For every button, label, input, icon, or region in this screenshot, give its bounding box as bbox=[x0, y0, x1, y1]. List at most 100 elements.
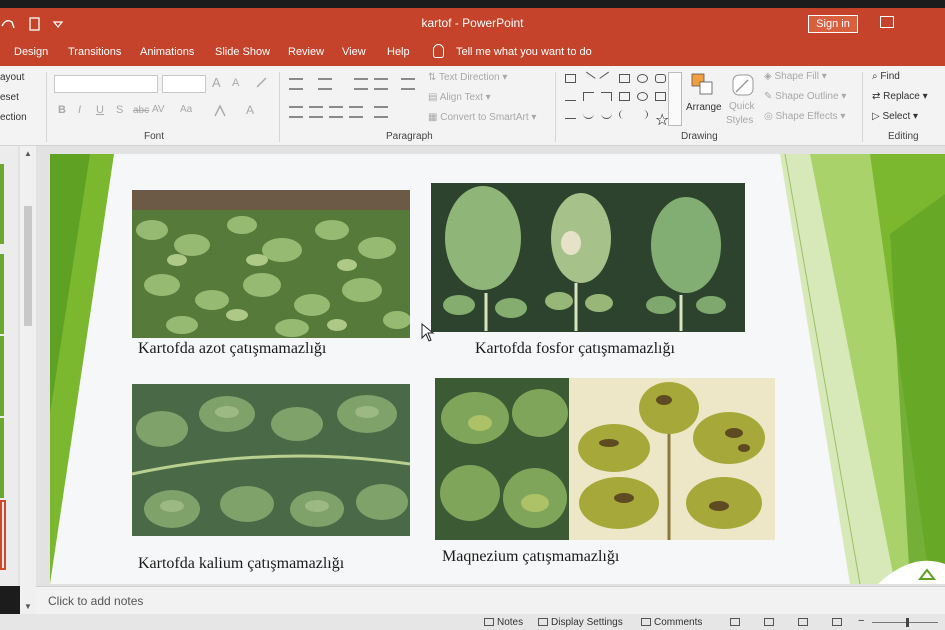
brace-shape-icon[interactable] bbox=[637, 110, 648, 119]
caption-potassium[interactable]: Kartofda kalium çatışmamazlığı bbox=[138, 555, 344, 573]
thumbnails-scrollbar[interactable]: ▲ ▼ bbox=[20, 146, 36, 614]
select-button[interactable]: ▷ Select ▾ bbox=[872, 111, 918, 122]
slide-canvas[interactable]: Kartofda azot çatışmamazlığı Kartofda fo bbox=[50, 154, 945, 584]
quick-styles-label-1[interactable]: Quick bbox=[729, 101, 755, 112]
arrange-icon[interactable] bbox=[690, 72, 716, 98]
align-text-button[interactable]: ▤ Align Text ▾ bbox=[428, 92, 491, 103]
align-left-icon[interactable] bbox=[289, 106, 303, 118]
italic-button[interactable]: I bbox=[78, 104, 81, 116]
tell-me-search[interactable]: Tell me what you want to do bbox=[456, 46, 592, 58]
decrease-font-size-button[interactable]: A bbox=[232, 77, 239, 89]
zoom-slider-thumb[interactable] bbox=[906, 618, 909, 627]
normal-view-button[interactable] bbox=[730, 617, 743, 628]
quick-styles-label-2[interactable]: Styles bbox=[726, 115, 753, 126]
ellipse-shape-icon[interactable] bbox=[637, 92, 648, 101]
connector-shape-icon[interactable] bbox=[583, 92, 594, 101]
notes-pane[interactable]: Click to add notes bbox=[36, 586, 945, 614]
shapes-gallery-scroll[interactable] bbox=[668, 72, 682, 126]
increase-indent-icon[interactable] bbox=[374, 78, 388, 90]
quick-styles-icon[interactable] bbox=[730, 72, 756, 98]
justify-icon[interactable] bbox=[349, 106, 363, 118]
slide-sorter-button[interactable] bbox=[764, 617, 777, 628]
oval-shape-icon[interactable] bbox=[637, 74, 648, 83]
slide-thumbnail[interactable] bbox=[0, 336, 4, 416]
strikethrough-button[interactable]: abc bbox=[133, 105, 149, 116]
convert-smartart-button[interactable]: ▦ Convert to SmartArt ▾ bbox=[428, 112, 536, 123]
line-shape-icon[interactable] bbox=[581, 71, 596, 86]
arc-shape-icon[interactable] bbox=[583, 110, 594, 119]
bold-button[interactable]: B bbox=[58, 104, 66, 116]
brace-shape-icon[interactable] bbox=[619, 110, 630, 119]
scroll-up-icon[interactable]: ▲ bbox=[23, 149, 33, 159]
numbering-icon[interactable] bbox=[318, 78, 332, 90]
highlight-icon[interactable] bbox=[212, 104, 228, 118]
curve-shape-icon[interactable] bbox=[565, 110, 576, 119]
slide-thumbnail[interactable] bbox=[0, 164, 4, 244]
line-spacing-icon[interactable] bbox=[401, 78, 415, 90]
font-size-combo[interactable] bbox=[162, 75, 206, 93]
bullets-icon[interactable] bbox=[289, 78, 303, 90]
star-shape-icon[interactable]: ☆ bbox=[655, 110, 669, 129]
tab-animations[interactable]: Animations bbox=[140, 46, 194, 58]
align-right-icon[interactable] bbox=[329, 106, 343, 118]
notes-toggle-button[interactable]: Notes bbox=[484, 617, 523, 628]
shadow-button[interactable]: S bbox=[116, 104, 123, 116]
tab-view[interactable]: View bbox=[342, 46, 366, 58]
elbow-connector-icon[interactable] bbox=[601, 92, 612, 101]
replace-button[interactable]: ⇄ Replace ▾ bbox=[872, 91, 928, 102]
decrease-indent-icon[interactable] bbox=[354, 78, 368, 90]
rounded-rectangle-shape-icon[interactable] bbox=[655, 74, 666, 83]
caption-magnesium[interactable]: Maqnezium çatışmamazlığı bbox=[442, 548, 619, 566]
slide-thumbnail[interactable] bbox=[0, 254, 4, 334]
section-button[interactable]: ection bbox=[0, 112, 27, 123]
comments-icon bbox=[641, 618, 651, 626]
tab-design[interactable]: Design bbox=[14, 46, 48, 58]
display-settings-button[interactable]: Display Settings bbox=[538, 617, 623, 628]
find-button[interactable]: ⌕ Find bbox=[872, 71, 900, 82]
reading-view-icon bbox=[798, 618, 808, 626]
arrange-button[interactable]: Arrange bbox=[686, 102, 722, 113]
freeform-shape-icon[interactable] bbox=[601, 110, 612, 119]
tab-review[interactable]: Review bbox=[288, 46, 324, 58]
scroll-down-icon[interactable]: ▼ bbox=[23, 602, 33, 612]
clear-formatting-icon[interactable] bbox=[255, 76, 269, 90]
zoom-out-button[interactable]: − bbox=[858, 615, 864, 627]
notes-placeholder[interactable]: Click to add notes bbox=[48, 594, 143, 608]
shape-outline-button[interactable]: ✎ Shape Outline ▾ bbox=[764, 91, 846, 102]
reading-view-button[interactable] bbox=[798, 617, 811, 628]
ribbon-tabs: Design Transitions Animations Slide Show… bbox=[0, 40, 945, 66]
triangle-shape-icon[interactable] bbox=[565, 92, 576, 101]
shape-fill-button[interactable]: ◈ Shape Fill ▾ bbox=[764, 71, 827, 82]
font-color-button[interactable]: A bbox=[246, 103, 254, 117]
shapes-gallery[interactable]: ☆ bbox=[563, 71, 683, 129]
layout-button[interactable]: ayout bbox=[0, 72, 24, 83]
align-center-icon[interactable] bbox=[309, 106, 323, 118]
change-case-icon[interactable]: Aa bbox=[180, 104, 192, 115]
ribbon-display-options-icon[interactable] bbox=[880, 16, 894, 28]
slide-thumbnail[interactable] bbox=[0, 418, 4, 498]
caption-phosphorus[interactable]: Kartofda fosfor çatışmamazlığı bbox=[475, 340, 675, 358]
columns-icon[interactable] bbox=[374, 106, 388, 118]
tab-help[interactable]: Help bbox=[387, 46, 410, 58]
rectangle-shape-icon[interactable] bbox=[619, 74, 630, 83]
increase-font-size-button[interactable]: A bbox=[212, 75, 221, 90]
zoom-slider[interactable] bbox=[872, 622, 938, 623]
comments-button[interactable]: Comments bbox=[641, 617, 702, 628]
textbox-shape-icon[interactable] bbox=[565, 74, 576, 83]
tab-slide-show[interactable]: Slide Show bbox=[215, 46, 270, 58]
caption-nitrogen[interactable]: Kartofda azot çatışmamazlığı bbox=[138, 340, 326, 358]
font-name-combo[interactable] bbox=[54, 75, 158, 93]
shape-effects-button[interactable]: ◎ Shape Effects ▾ bbox=[764, 111, 845, 122]
line-shape-icon[interactable] bbox=[599, 71, 614, 86]
reset-button[interactable]: eset bbox=[0, 92, 19, 103]
scrollbar-thumb[interactable] bbox=[24, 206, 32, 326]
selected-slide-thumbnail[interactable] bbox=[0, 500, 6, 570]
slide-show-button[interactable] bbox=[832, 617, 845, 628]
text-direction-button[interactable]: ⇅ Text Direction ▾ bbox=[428, 72, 507, 83]
arrow-right-shape-icon[interactable] bbox=[619, 92, 630, 101]
cube-shape-icon[interactable] bbox=[655, 92, 666, 101]
underline-button[interactable]: U bbox=[96, 104, 104, 116]
tab-transitions[interactable]: Transitions bbox=[68, 46, 121, 58]
sign-in-button[interactable]: Sign in bbox=[808, 15, 858, 33]
character-spacing-icon[interactable]: AV bbox=[152, 104, 165, 115]
